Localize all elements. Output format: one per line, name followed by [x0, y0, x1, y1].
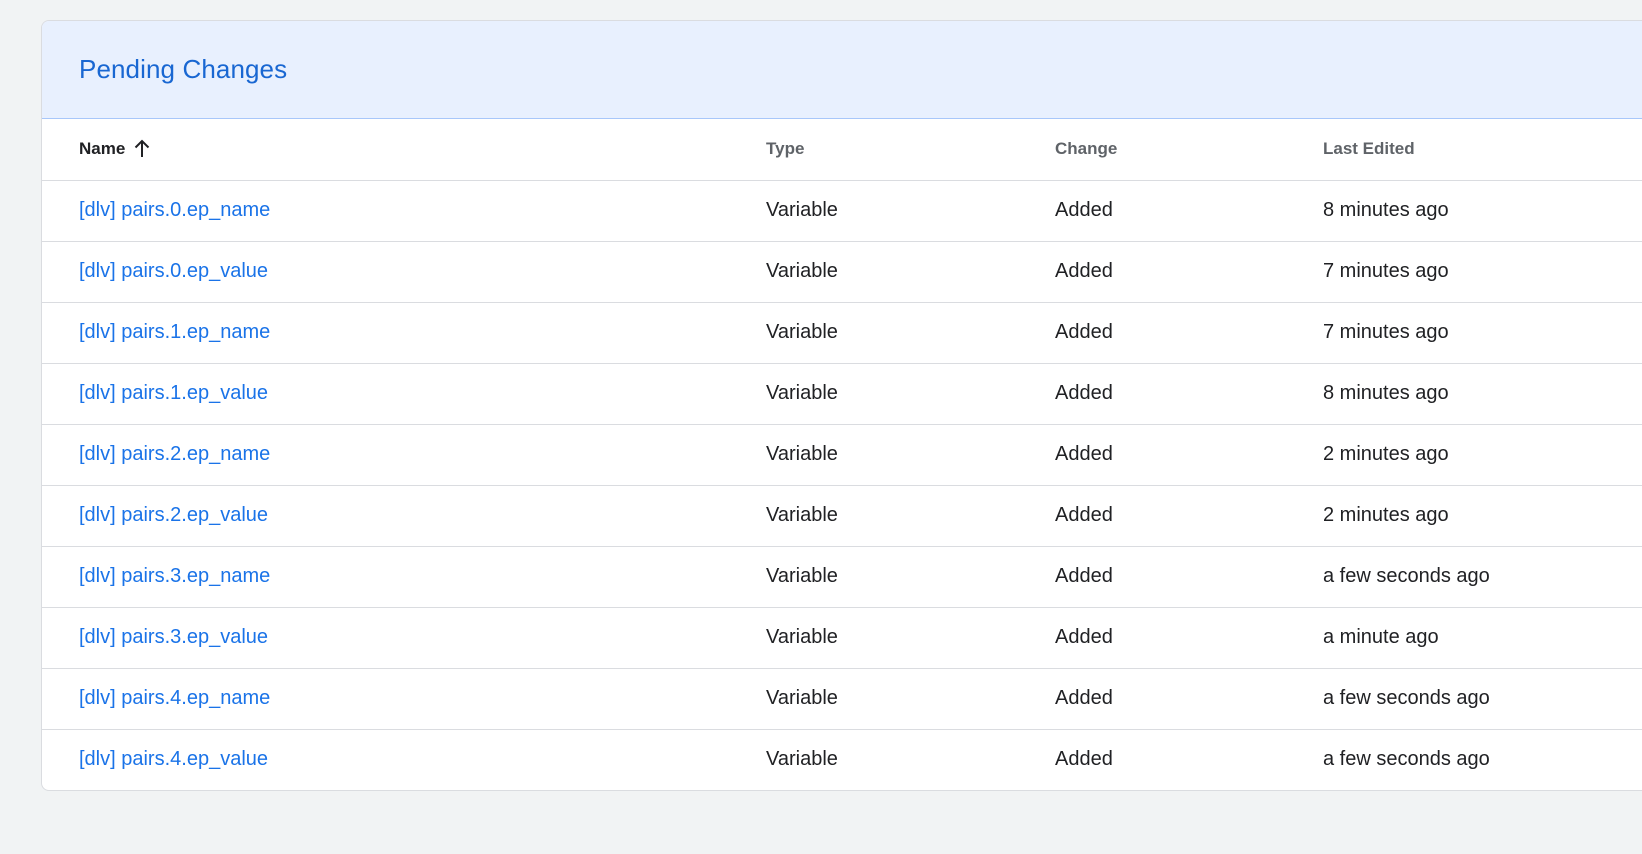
- cell-last-edited: a minute ago: [1323, 607, 1642, 669]
- table-row[interactable]: [dlv] pairs.2.ep_name Variable Added 2 minu…: [42, 424, 1642, 486]
- cell-type: Variable: [766, 363, 1055, 425]
- card-title: Pending Changes: [79, 54, 288, 84]
- column-header-type[interactable]: Type: [766, 119, 1055, 181]
- cell-name: [dlv] pairs.1.ep_value: [42, 363, 766, 425]
- cell-last-edited: 8 minutes ago: [1323, 363, 1642, 425]
- cell-name: [dlv] pairs.4.ep_value: [42, 729, 766, 790]
- variable-name-link[interactable]: [dlv] pairs.2.ep_value: [79, 504, 268, 526]
- pending-changes-table: Name Type Change Last Edited [dlv] pairs…: [42, 119, 1642, 790]
- sort-by-name-button[interactable]: Name: [79, 139, 151, 159]
- variable-name-link[interactable]: [dlv] pairs.2.ep_name: [79, 443, 270, 465]
- cell-last-edited: 2 minutes ago: [1323, 424, 1642, 486]
- table-row[interactable]: [dlv] pairs.1.ep_value Variable Added 8 min…: [42, 363, 1642, 425]
- cell-type: Variable: [766, 748, 838, 771]
- arrow-upward-icon: [135, 139, 150, 158]
- cell-type: Variable: [766, 546, 1055, 608]
- variable-name-link[interactable]: [dlv] pairs.3.ep_value: [79, 626, 268, 648]
- cell-name: [dlv] pairs.4.ep_name: [42, 668, 766, 730]
- cell-change: Added: [1055, 302, 1323, 364]
- cell-type: Variable: [766, 668, 1055, 730]
- variable-name-link[interactable]: [dlv] pairs.1.ep_name: [79, 321, 270, 343]
- cell-change: Added: [1055, 668, 1323, 730]
- variable-name-link[interactable]: [dlv] pairs.4.ep_value: [79, 748, 268, 770]
- variable-name-link[interactable]: [dlv] pairs.0.ep_name: [79, 199, 270, 221]
- table-row[interactable]: [dlv] pairs.2.ep_value Variable Added 2 min…: [42, 485, 1642, 547]
- cell-last-edited: 8 minutes ago: [1323, 180, 1642, 242]
- pending-changes-card: Pending Changes Name Type Change Last Ed…: [41, 20, 1642, 791]
- variable-name-link[interactable]: [dlv] pairs.3.ep_name: [79, 565, 270, 587]
- variable-name-link[interactable]: [dlv] pairs.0.ep_value: [79, 260, 268, 282]
- table-row[interactable]: [dlv] pairs.1.ep_name Variable Added 7 minu…: [42, 302, 1642, 364]
- cell-name: [dlv] pairs.0.ep_name: [42, 180, 766, 242]
- table-row[interactable]: [dlv] pairs.3.ep_name Variable Added a few …: [42, 546, 1642, 608]
- cell-last-edited: 2 minutes ago: [1323, 485, 1642, 547]
- cell-change: Added: [1055, 424, 1323, 486]
- cell-change: Added: [1055, 241, 1323, 303]
- table-row[interactable]: [dlv] pairs.4.ep_value Variable Added a few…: [42, 729, 1642, 790]
- cell-last-edited: a few seconds ago: [1323, 668, 1642, 730]
- cell-change: Added: [1055, 180, 1323, 242]
- column-header-name-label: Name: [79, 139, 126, 159]
- card-header: Pending Changes: [42, 21, 1642, 119]
- cell-type: Variable: [766, 424, 1055, 486]
- cell-type: Variable: [766, 607, 1055, 669]
- cell-name: [dlv] pairs.1.ep_name: [42, 302, 766, 364]
- cell-name: [dlv] pairs.0.ep_value: [42, 241, 766, 303]
- cell-type: Variable: [766, 241, 1055, 303]
- cell-type: Variable: [766, 180, 1055, 242]
- cell-change: Added: [1055, 546, 1323, 608]
- cell-last-edited: a few seconds ago: [1323, 546, 1642, 608]
- cell-type: Variable: [766, 485, 1055, 547]
- cell-last-edited: a few seconds ago: [1323, 748, 1490, 771]
- table-row[interactable]: [dlv] pairs.3.ep_value Variable Added a min…: [42, 607, 1642, 669]
- cell-name: [dlv] pairs.2.ep_value: [42, 485, 766, 547]
- variable-name-link[interactable]: [dlv] pairs.4.ep_name: [79, 687, 270, 709]
- table-row[interactable]: [dlv] pairs.0.ep_value Variable Added 7 min…: [42, 241, 1642, 303]
- table-row[interactable]: [dlv] pairs.0.ep_name Variable Added 8 minu…: [42, 180, 1642, 242]
- cell-change: Added: [1055, 748, 1113, 771]
- cell-change: Added: [1055, 363, 1323, 425]
- column-header-last-edited[interactable]: Last Edited: [1323, 119, 1642, 181]
- cell-change: Added: [1055, 485, 1323, 547]
- cell-type: Variable: [766, 302, 1055, 364]
- cell-name: [dlv] pairs.3.ep_value: [42, 607, 766, 669]
- column-header-name[interactable]: Name: [42, 119, 766, 181]
- column-header-change[interactable]: Change: [1055, 119, 1323, 181]
- table-header-row: Name Type Change Last Edited: [42, 119, 1642, 181]
- cell-change: Added: [1055, 607, 1323, 669]
- variable-name-link[interactable]: [dlv] pairs.1.ep_value: [79, 382, 268, 404]
- cell-name: [dlv] pairs.2.ep_name: [42, 424, 766, 486]
- table-row[interactable]: [dlv] pairs.4.ep_name Variable Added a few …: [42, 668, 1642, 730]
- cell-last-edited: 7 minutes ago: [1323, 302, 1642, 364]
- cell-name: [dlv] pairs.3.ep_name: [42, 546, 766, 608]
- cell-last-edited: 7 minutes ago: [1323, 241, 1642, 303]
